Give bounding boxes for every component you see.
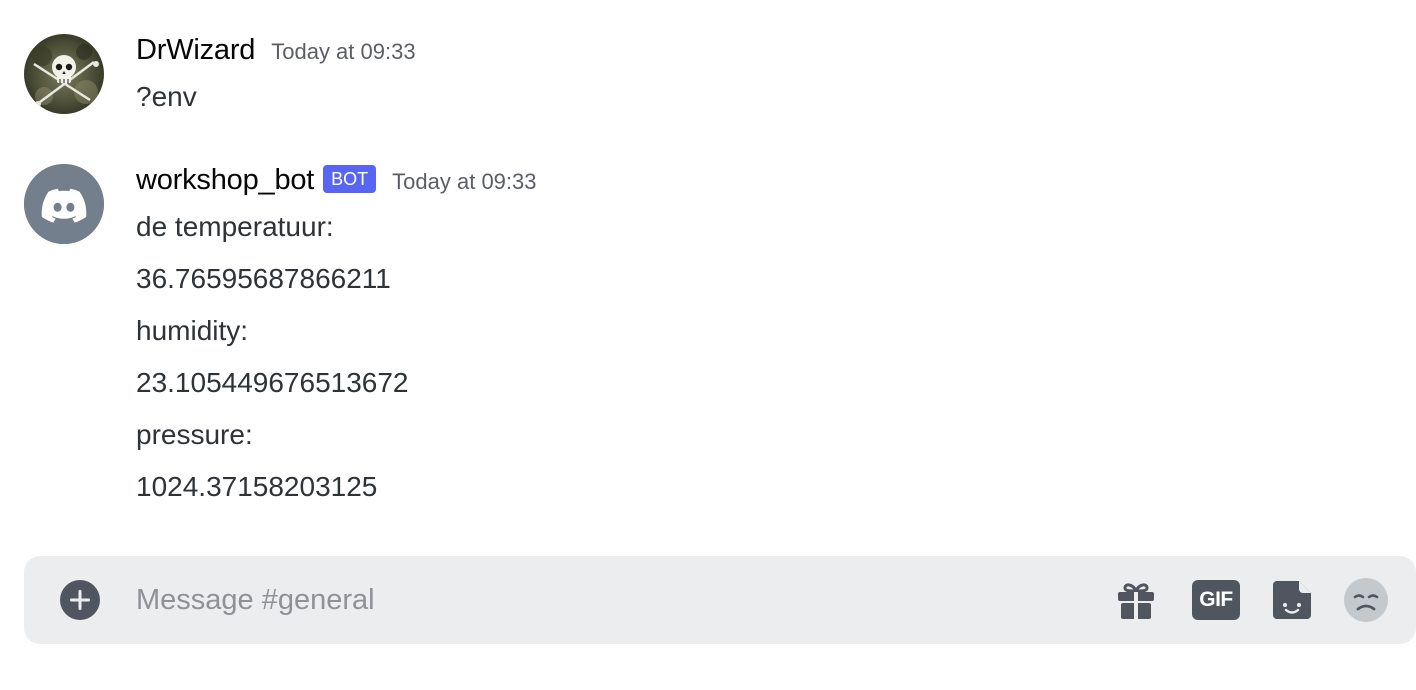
plus-circle-icon [60,580,100,620]
sticker-icon [1273,581,1311,619]
emoji-button[interactable] [1344,578,1388,622]
gift-icon [1118,583,1154,619]
bot-avatar[interactable] [24,164,104,244]
add-attachment-button[interactable] [60,580,100,620]
username[interactable]: workshop_bot [136,164,314,197]
message-line: pressure: [136,419,253,450]
message-line: de temperatuur: [136,211,334,242]
gif-icon-label: GIF [1199,588,1233,611]
message-line: 1024.37158203125 [136,471,378,502]
gif-button[interactable]: GIF [1192,578,1240,622]
sticker-button[interactable] [1270,578,1314,622]
emoji-icon [1344,578,1388,622]
discord-logo-icon [24,164,104,244]
message-composer: GIF [24,556,1416,644]
message-line: 23.105449676513672 [136,367,409,398]
gift-button[interactable] [1114,578,1158,622]
message-line: 36.76595687866211 [136,263,391,294]
message-line: humidity: [136,315,249,346]
message-header: workshop_bot BOT Today at 09:33 [136,164,537,197]
message-workshop-bot: workshop_bot BOT Today at 09:33 de tempe… [0,0,1416,540]
chat-message-list: DrWizard Today at 09:33 ?env workshop_bo… [0,0,1416,690]
message-input[interactable] [136,578,1036,622]
gif-icon: GIF [1192,580,1240,620]
bot-badge: BOT [323,165,377,193]
timestamp: Today at 09:33 [392,169,537,194]
